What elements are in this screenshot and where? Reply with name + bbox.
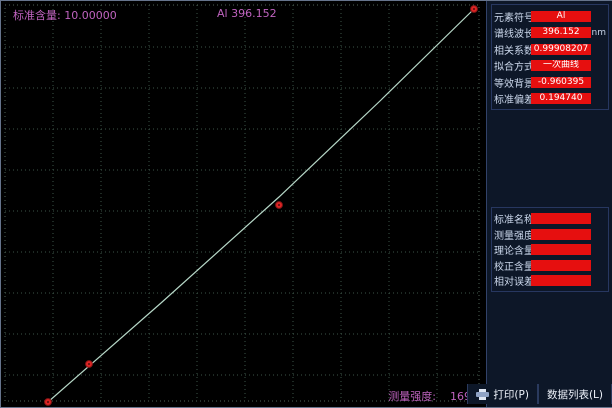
calibration-chart[interactable]: 标准含量: 10.00000 Al 396.152 测量强度:1691 [1,1,486,407]
sample-info-group: 标准名称: 测量强度: 理论含量: 校正含量: 相对误差: [491,207,609,292]
field-label: 元素符号: [494,9,531,24]
info-row-fit-method: 拟合方式: 一次曲线 [492,58,608,75]
standard-content-label: 标准含量: [13,9,61,22]
intensity-label: 测量强度: [388,390,436,403]
info-row-stddev: 标准偏差: 0.194740 [492,91,608,108]
field-label: 测量强度: [494,227,531,242]
field-value [531,275,591,286]
plot-frame [5,5,479,401]
data-list-button[interactable]: 数据列表(L) [538,384,612,404]
data-point-center [278,204,280,206]
sample-row-name: 标准名称: [492,211,608,227]
field-label: 相关系数: [494,42,531,57]
data-point-center [47,401,49,403]
field-value: -0.960395 [531,77,591,88]
field-value [531,260,591,271]
info-row-wavelength: 谱线波长: 396.152 nm [492,25,608,42]
field-suffix: nm [592,28,606,38]
field-value [531,213,591,224]
calibration-curve [48,9,474,402]
field-label: 谱线波长: [494,25,531,40]
field-value: 0.194740 [531,93,591,104]
standard-content-readout: 标准含量: 10.00000 [13,7,117,23]
element-line-annotation: Al 396.152 [217,7,277,20]
field-value [531,244,591,255]
info-row-correlation: 相关系数: 0.99908207 [492,41,608,58]
data-point-center [88,363,90,365]
field-value: 396.152 [531,27,591,38]
printer-icon [476,389,489,400]
result-panel: 元素符号: Al 谱线波长: 396.152 nm 相关系数: 0.999082… [486,1,612,407]
sample-row-corrected: 校正含量: [492,258,608,274]
standard-content-value: 10.00000 [64,9,117,22]
field-label: 拟合方式: [494,58,531,73]
field-label: 理论含量: [494,242,531,257]
field-label: 标准偏差: [494,91,531,106]
bottom-toolbar: 打印(P) 数据列表(L) [467,384,612,404]
chart-canvas [1,1,486,407]
info-row-element: 元素符号: Al [492,8,608,25]
calibration-curve-window: 标准含量: 10.00000 Al 396.152 测量强度:1691 元素符号… [0,0,612,408]
field-value [531,229,591,240]
field-label: 校正含量: [494,258,531,273]
field-label: 标准名称: [494,211,531,226]
data-list-button-label: 数据列表(L) [547,387,603,402]
info-row-background: 等效背景: -0.960395 [492,74,608,91]
field-value: 一次曲线 [531,60,591,71]
curve-info-group: 元素符号: Al 谱线波长: 396.152 nm 相关系数: 0.999082… [491,4,609,110]
field-value: 0.99908207 [531,44,591,55]
data-point-center [473,8,475,10]
print-button[interactable]: 打印(P) [467,384,538,404]
sample-row-intensity: 测量强度: [492,227,608,243]
field-value: Al [531,11,591,22]
field-label: 相对误差: [494,273,531,288]
sample-row-rel-error: 相对误差: [492,273,608,289]
print-button-label: 打印(P) [493,387,529,402]
sample-row-theoretical: 理论含量: [492,242,608,258]
measured-intensity-readout: 测量强度:1691 [388,388,478,404]
field-label: 等效背景: [494,75,531,90]
